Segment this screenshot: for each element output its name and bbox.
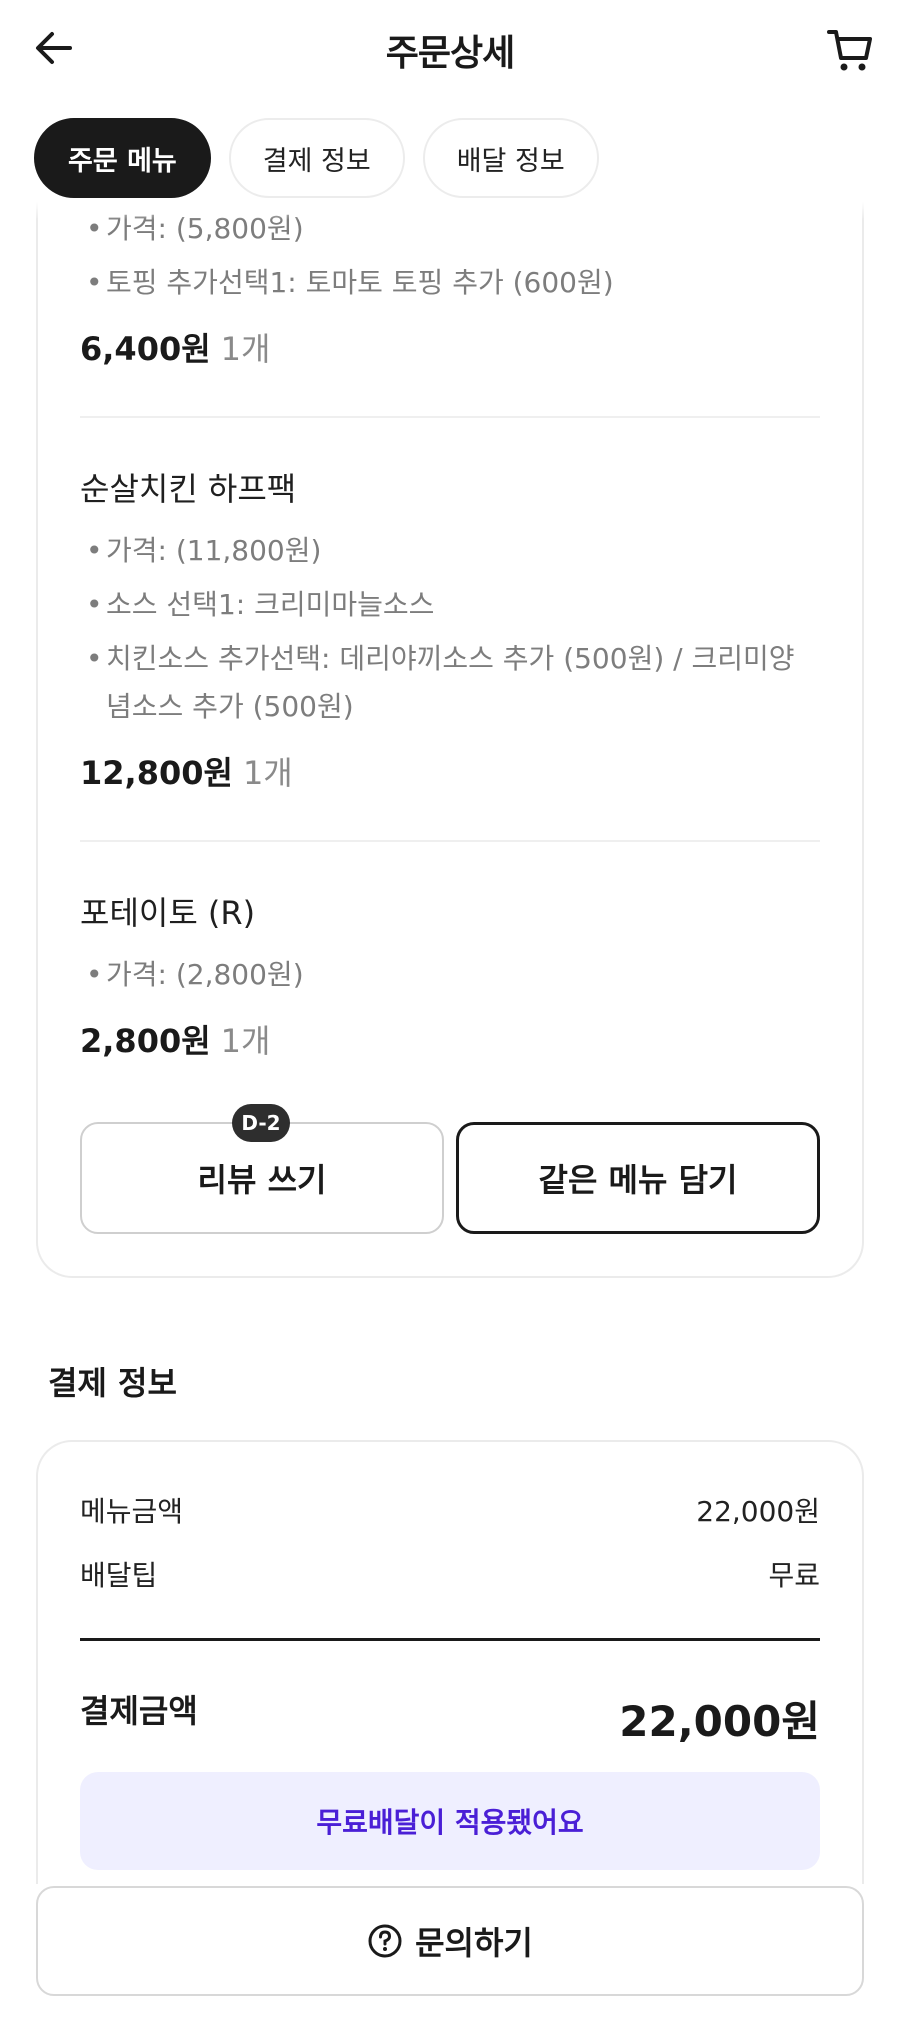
inquiry-button[interactable]: 문의하기	[36, 1886, 864, 1996]
item-price: 6,400원 1개	[80, 330, 271, 368]
divider	[80, 840, 820, 842]
cart-button[interactable]	[822, 22, 878, 78]
item-price: 2,800원 1개	[80, 1022, 271, 1060]
option-line: • 치킨소스 추가선택: 데리야끼소스 추가 (500원) / 크리미양	[86, 642, 795, 675]
question-circle-icon	[368, 1924, 402, 1958]
delivery-tip-label: 배달팁	[80, 1559, 158, 1592]
page-title: 주문상세	[385, 33, 515, 74]
payment-section-title: 결제 정보	[48, 1364, 177, 1402]
total-divider	[80, 1638, 820, 1641]
item-qty: 1개	[242, 754, 293, 792]
cart-icon	[827, 30, 872, 71]
option-line-continued: 념소스 추가 (500원)	[106, 690, 354, 723]
item-name: 포테이토 (R)	[80, 894, 256, 932]
menu-amount-value: 22,000원	[696, 1495, 820, 1528]
divider	[80, 416, 820, 418]
option-line: • 가격: (2,800원)	[86, 958, 304, 991]
menu-amount-label: 메뉴금액	[80, 1495, 184, 1528]
inquiry-label: 문의하기	[415, 1924, 533, 1962]
item-price: 12,800원 1개	[80, 754, 293, 792]
total-label: 결제금액	[80, 1692, 198, 1730]
tab-payment-info[interactable]: 결제 정보	[228, 118, 405, 198]
tab-delivery-info[interactable]: 배달 정보	[422, 118, 599, 198]
app-header: 주문상세	[0, 0, 900, 100]
tab-order-menu[interactable]: 주문 메뉴	[34, 118, 211, 198]
reorder-same-menu-button[interactable]: 같은 메뉴 담기	[456, 1122, 820, 1234]
section-tabs: 주문 메뉴 결제 정보 배달 정보	[34, 118, 599, 198]
total-value: 22,000원	[619, 1697, 820, 1746]
item-qty: 1개	[220, 1022, 271, 1060]
option-line: • 토핑 추가선택1: 토마토 토핑 추가 (600원)	[86, 266, 614, 299]
option-line: • 소스 선택1: 크리미마늘소스	[86, 588, 435, 621]
item-qty: 1개	[220, 330, 271, 368]
review-deadline-badge: D-2	[232, 1104, 290, 1142]
item-name: 순살치킨 하프팩	[80, 470, 297, 508]
option-line: • 가격: (11,800원)	[86, 534, 322, 567]
free-delivery-banner: 무료배달이 적용됐어요	[80, 1772, 820, 1870]
delivery-tip-value: 무료	[768, 1559, 820, 1592]
